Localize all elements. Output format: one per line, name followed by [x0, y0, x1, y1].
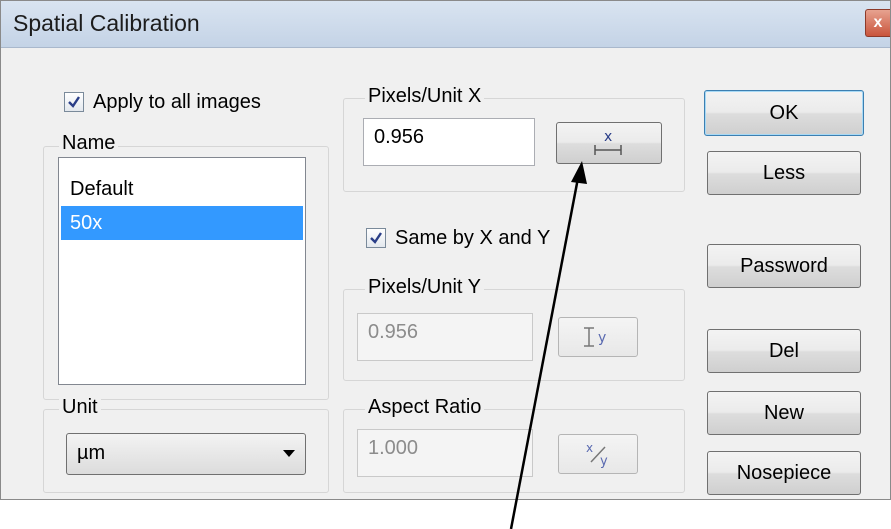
del-button[interactable]: Del: [707, 329, 861, 373]
aspect-label: Aspect Ratio: [365, 396, 485, 419]
apply-all-checkbox[interactable]: [64, 92, 84, 112]
checkmark-icon: [370, 232, 382, 244]
window-title: Spatial Calibration: [13, 10, 200, 36]
close-icon: x: [873, 14, 883, 31]
aspect-xy-icon: x y: [586, 441, 608, 468]
measure-y-button: y: [558, 317, 638, 357]
measure-x-icon: x: [594, 129, 622, 155]
name-listbox[interactable]: Default 50x: [58, 157, 306, 385]
title-bar[interactable]: Spatial Calibration x: [1, 1, 890, 48]
name-group-label: Name: [59, 132, 119, 155]
list-item-50x[interactable]: 50x: [61, 206, 303, 240]
pixels-x-input[interactable]: 0.956: [363, 118, 535, 166]
ok-button[interactable]: OK: [704, 90, 864, 136]
unit-select-value: µm: [77, 442, 106, 464]
unit-group-label: Unit: [59, 396, 101, 419]
svg-text:x: x: [586, 441, 593, 455]
spatial-calibration-dialog: Spatial Calibration x Apply to all image…: [0, 0, 891, 500]
close-button[interactable]: x: [865, 9, 890, 37]
chevron-down-icon: [283, 450, 295, 457]
apply-all-label: Apply to all images: [93, 91, 261, 113]
new-button[interactable]: New: [707, 391, 861, 435]
pixels-x-label: Pixels/Unit X: [365, 85, 485, 108]
password-button[interactable]: Password: [707, 244, 861, 288]
same-xy-label: Same by X and Y: [395, 227, 551, 249]
less-button[interactable]: Less: [707, 151, 861, 195]
pixels-y-label: Pixels/Unit Y: [365, 276, 485, 299]
checkmark-icon: [68, 96, 80, 108]
measure-y-icon: y: [584, 327, 606, 347]
same-xy-checkbox[interactable]: [366, 228, 386, 248]
nosepiece-button[interactable]: Nosepiece: [707, 451, 861, 495]
measure-x-button[interactable]: x: [556, 122, 662, 164]
pixels-y-input: 0.956: [357, 313, 533, 361]
list-item-default[interactable]: Default: [61, 172, 303, 206]
aspect-input: 1.000: [357, 429, 533, 477]
aspect-button: x y: [558, 434, 638, 474]
svg-text:y: y: [598, 330, 606, 346]
unit-select[interactable]: µm: [66, 433, 306, 475]
svg-text:x: x: [604, 129, 612, 145]
svg-text:y: y: [600, 454, 608, 468]
